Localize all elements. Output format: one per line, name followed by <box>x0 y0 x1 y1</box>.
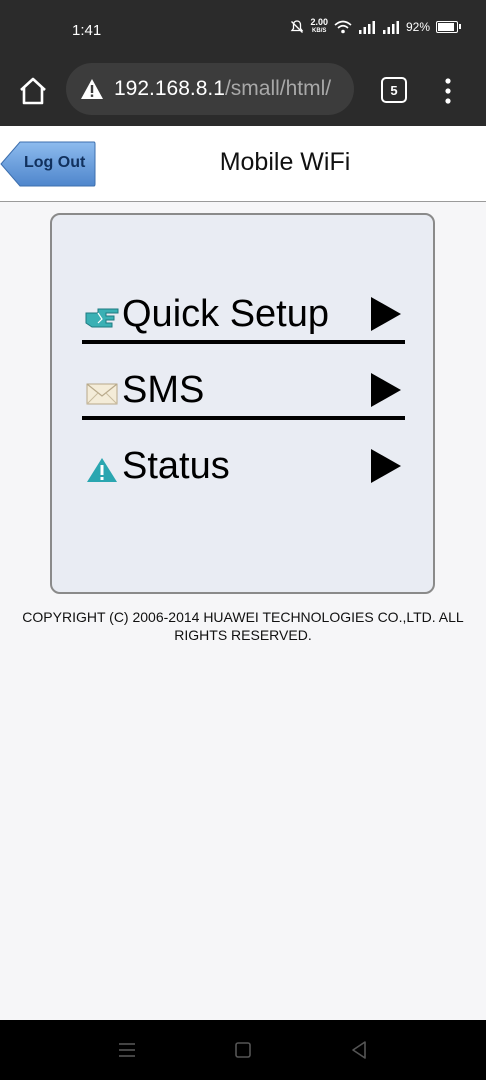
page-header: Log Out Mobile WiFi <box>0 126 486 202</box>
recent-apps-icon[interactable] <box>117 1040 137 1060</box>
divider <box>82 340 405 344</box>
chevron-right-icon <box>371 297 401 331</box>
home-nav-icon[interactable] <box>233 1040 253 1060</box>
menu-item-label: Quick Setup <box>122 293 329 335</box>
not-secure-warning-icon[interactable] <box>80 78 104 100</box>
battery-icon <box>436 21 461 33</box>
menu-item-label: Status <box>122 445 230 487</box>
url-text[interactable]: 192.168.8.1/small/html/ <box>114 77 331 101</box>
warning-icon <box>87 458 117 482</box>
system-nav-bar <box>0 1020 486 1080</box>
menu-item-quick-setup[interactable]: Quick Setup <box>82 287 405 343</box>
browser-toolbar: 192.168.8.1/small/html/ 5 <box>0 56 486 126</box>
mute-notification-icon <box>291 20 304 33</box>
network-speed-unit: KB/S <box>312 28 327 34</box>
tab-count: 5 <box>390 82 398 98</box>
status-bar: 1:41 2.00 KB/S 92% <box>0 0 486 56</box>
home-icon[interactable] <box>18 76 48 106</box>
menu-item-sms[interactable]: SMS <box>82 363 405 419</box>
pointing-hand-icon <box>85 308 119 328</box>
tab-switcher-button[interactable]: 5 <box>381 77 407 103</box>
menu-item-label: SMS <box>122 369 205 411</box>
status-icons: 2.00 KB/S 92% <box>290 18 461 36</box>
address-bar[interactable]: 192.168.8.1/small/html/ <box>66 63 354 115</box>
network-speed-value: 2.00 <box>310 17 328 27</box>
copyright-text: COPYRIGHT (C) 2006-2014 HUAWEI TECHNOLOG… <box>22 609 464 643</box>
more-options-icon[interactable] <box>440 76 456 106</box>
clock: 1:41 <box>72 22 102 39</box>
back-icon[interactable] <box>349 1040 369 1060</box>
signal-icon <box>358 20 375 34</box>
url-host: 192.168.8.1 <box>114 77 225 100</box>
envelope-icon <box>86 383 118 405</box>
divider <box>82 416 405 420</box>
signal-icon-2 <box>382 20 399 34</box>
network-speed: 2.00 KB/S <box>310 18 328 36</box>
menu-item-status[interactable]: Status <box>82 439 405 495</box>
wifi-icon <box>334 20 352 34</box>
chevron-right-icon <box>371 449 401 483</box>
menu-panel: Quick Setup SMS Status <box>50 213 435 594</box>
url-path: /small/html/ <box>224 77 332 100</box>
battery-percent: 92% <box>405 20 430 34</box>
page-title: Mobile WiFi <box>219 148 351 176</box>
chevron-right-icon <box>371 373 401 407</box>
